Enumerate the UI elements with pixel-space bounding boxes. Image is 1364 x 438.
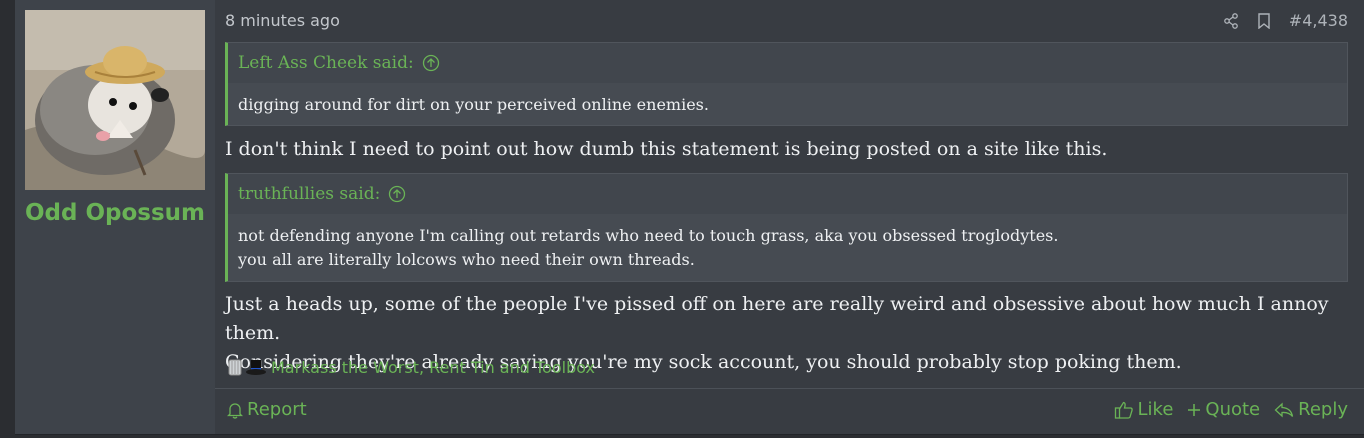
quote-line: not defending anyone I'm calling out ret… — [238, 226, 1059, 245]
quote-label: Quote — [1205, 399, 1261, 420]
quote-line: digging around for dirt on your perceive… — [238, 95, 709, 114]
tin-can-reaction-icon — [228, 359, 242, 376]
user-sidebar: Odd Opossum — [15, 0, 215, 434]
quote-line: you all are literally lolcows who need t… — [238, 250, 695, 269]
share-icon[interactable] — [1223, 12, 1239, 29]
quote-content: not defending anyone I'm calling out ret… — [228, 214, 1347, 272]
post-footer: Report Like Quote Reply — [215, 388, 1364, 435]
top-hat-reaction-icon — [246, 360, 266, 375]
quote-content: digging around for dirt on your perceive… — [228, 83, 1347, 117]
username[interactable]: Odd Opossum — [15, 200, 215, 226]
quote-button[interactable]: Quote — [1187, 399, 1260, 420]
post-paragraph: I don't think I need to point out how du… — [225, 138, 1108, 160]
bookmark-icon[interactable] — [1257, 12, 1271, 29]
reply-button[interactable]: Reply — [1274, 399, 1348, 420]
thumbs-up-icon — [1114, 401, 1133, 419]
quote-block: truthfullies said: not defending anyone … — [225, 173, 1348, 282]
arrow-up-circle-icon[interactable] — [422, 54, 440, 72]
like-label: Like — [1137, 399, 1174, 420]
post-main: 8 minutes ago #4,438 Left Ass Cheek said… — [215, 0, 1364, 434]
avatar[interactable] — [25, 10, 205, 190]
bell-icon — [227, 402, 243, 419]
quote-header[interactable]: truthfullies said: — [228, 174, 1347, 214]
footer-actions: Like Quote Reply — [1114, 399, 1348, 420]
post-container: Odd Opossum 8 minutes ago #4,438 Left As… — [15, 0, 1364, 435]
post-line: Just a heads up, some of the people I've… — [225, 293, 1329, 344]
post-number[interactable]: #4,438 — [1289, 11, 1348, 30]
quote-author[interactable]: Left Ass Cheek said: — [238, 43, 414, 83]
report-label: Report — [247, 399, 307, 420]
plus-icon — [1188, 403, 1201, 416]
quote-header[interactable]: Left Ass Cheek said: — [228, 43, 1347, 83]
reactions-bar[interactable]: Markass the Worst, Rent Tin and Toolbox — [225, 357, 595, 377]
post-header-actions: #4,438 — [1223, 11, 1348, 30]
reply-label: Reply — [1298, 399, 1348, 420]
post-timestamp[interactable]: 8 minutes ago — [225, 11, 340, 30]
quote-block: Left Ass Cheek said: digging around for … — [225, 42, 1348, 126]
reply-icon — [1274, 402, 1294, 417]
reactions-list[interactable]: Markass the Worst, Rent Tin and Toolbox — [271, 358, 595, 377]
reaction-icons — [225, 357, 267, 377]
opossum-avatar-icon — [25, 10, 205, 190]
quote-author[interactable]: truthfullies said: — [238, 174, 380, 214]
report-button[interactable]: Report — [227, 399, 307, 420]
like-button[interactable]: Like — [1114, 399, 1174, 420]
arrow-up-circle-icon[interactable] — [388, 185, 406, 203]
